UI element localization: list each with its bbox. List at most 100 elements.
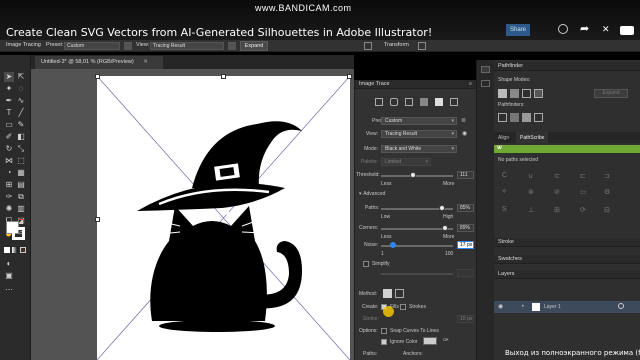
magic-wand-icon[interactable]: ✦ [4,84,14,94]
shaper-tool-icon[interactable]: ✐ [4,132,14,142]
perspective-grid-tool-icon[interactable]: ▦ [16,168,26,178]
noise-knob[interactable] [389,242,396,248]
corner-icon[interactable]: ∪ [528,172,533,180]
arrange-icon[interactable] [418,42,426,50]
eraser-tool-icon[interactable]: ◧ [16,132,26,142]
layer-name[interactable]: Layer 1 [544,304,561,310]
video-title[interactable]: Create Clean SVG Vectors from AI-Generat… [6,26,432,39]
lasso-tool-icon[interactable]: ◌ [16,84,26,94]
view-toggle-icon[interactable] [228,42,236,50]
layer-visibility-icon[interactable]: ◉ [498,303,503,310]
scale-tool-icon[interactable]: ⤡ [16,144,26,154]
spacer-icon[interactable]: ⊗ [528,188,534,196]
high-color-icon[interactable] [390,98,398,106]
layer-target-icon[interactable] [618,303,624,309]
direct-selection-tool-icon[interactable]: ⇱ [16,72,26,82]
paths-value[interactable]: 85% [457,204,474,212]
align-icon[interactable] [364,42,372,50]
panel-menu-icon[interactable]: ≡ [469,81,472,87]
dock-icon-2[interactable] [481,80,490,87]
overlapping-method-icon[interactable] [395,289,404,298]
layer-expand-icon[interactable]: ▸ [522,303,525,309]
simplify-checkbox[interactable] [363,261,369,267]
artboard-handle-top-left[interactable] [95,74,100,79]
gradient-tool-icon[interactable]: ▤ [16,180,26,190]
outline-icon[interactable] [450,98,458,106]
dock-icon-1[interactable] [481,66,490,73]
advanced-toggle[interactable]: ▾ Advanced [359,191,385,197]
eye-icon[interactable]: ◉ [462,130,467,137]
width-tool-icon[interactable]: ⋈ [4,156,14,166]
rotate-tool-icon[interactable]: ↻ [4,144,14,154]
minus-front-icon[interactable] [510,89,519,98]
smooth-icon[interactable]: C [502,172,507,179]
trace-view-dropdown[interactable]: Tracing Result [381,130,457,138]
threshold-slider[interactable] [381,175,453,177]
curvature-tool-icon[interactable]: ∿ [16,96,26,106]
tangent-icon[interactable]: ⊞ [554,206,560,214]
youtube-logo-icon[interactable] [620,26,634,35]
link-icon[interactable]: ▭ [580,188,587,196]
stroke-value[interactable]: 10 px [457,315,474,323]
artboard-handle-top-right[interactable] [347,74,352,79]
pathfinder-header[interactable]: Pathfinder [494,62,640,71]
symmetric-icon[interactable]: ⊂ [554,172,560,180]
split-icon[interactable]: S [502,206,507,213]
color-mode-icon[interactable] [4,247,10,253]
noise-value[interactable]: 17 px [457,241,474,249]
type-tool-icon[interactable]: T [4,108,14,118]
snap-curves-checkbox[interactable] [381,328,387,334]
mesh-tool-icon[interactable]: ⊞ [4,180,14,190]
threshold-knob[interactable] [409,172,416,178]
pen-tool-icon[interactable]: ✒ [4,96,14,106]
column-graph-tool-icon[interactable]: ▥ [16,204,26,214]
more-tools-icon[interactable]: ⋯ [4,285,14,295]
low-color-icon[interactable] [405,98,413,106]
move-icon[interactable]: ⟡ [502,188,507,196]
free-transform-tool-icon[interactable]: ⬚ [16,156,26,166]
mode-dropdown[interactable]: Black and White [381,145,457,153]
trace-panel-icon[interactable] [124,42,132,50]
delete-icon[interactable]: ⊟ [604,206,610,214]
image-trace-header[interactable]: Image Trace ≡ [355,80,476,89]
document-tab[interactable]: Untitled-3* @ 58,01 % (RGB/Preview) ✕ [35,56,163,69]
intersect-icon[interactable] [522,89,531,98]
artboard-handle-top-center[interactable] [221,74,226,79]
trace-preset-dropdown[interactable]: Custom [381,117,457,125]
reverse-icon[interactable]: ⟳ [580,206,586,214]
none-mode-icon[interactable] [20,247,26,253]
handles-icon[interactable]: ⊏ [580,172,586,180]
paths-knob[interactable] [439,205,446,211]
paintbrush-tool-icon[interactable]: ✎ [16,120,26,130]
abutting-method-icon[interactable] [383,289,392,298]
tab-align[interactable]: Align [498,135,509,141]
artboard-handle-middle-left[interactable] [95,217,100,222]
corners-knob[interactable] [442,225,449,231]
preset-select[interactable]: Custom [64,42,120,50]
swap-fill-stroke-icon[interactable] [19,219,24,224]
divide-icon[interactable] [498,113,507,122]
share-button[interactable]: Share [506,24,530,36]
pathfinder-expand-button[interactable]: Expand [594,89,628,98]
ignore-color-checkbox[interactable] [381,339,387,345]
close-tab-icon[interactable]: ✕ [143,59,148,65]
stroke-swatch[interactable] [12,227,25,240]
preset-list-icon[interactable]: ≣ [461,117,466,124]
rectangle-tool-icon[interactable]: ▭ [4,120,14,130]
sidebar-icon[interactable]: ⊐ [604,172,610,180]
settings-icon[interactable]: ⚙ [604,188,610,196]
auto-color-icon[interactable] [375,98,383,106]
selection-tool-icon[interactable]: ➤ [4,72,14,82]
gradient-mode-icon[interactable] [12,247,18,253]
crop-icon[interactable] [534,113,543,122]
swatches-panel-header[interactable]: Swatches [494,255,640,264]
eyedropper-tool-icon[interactable]: ✑ [4,192,14,202]
close-icon[interactable]: ✕ [602,24,610,35]
black-white-icon[interactable] [435,98,443,106]
share-icon[interactable]: ➦ [580,22,589,35]
screen-mode-icon[interactable]: ▣ [4,271,14,281]
trim-icon[interactable] [510,113,519,122]
clock-icon[interactable] [558,24,568,34]
shape-builder-tool-icon[interactable]: ◔ [4,168,14,178]
palette-dropdown[interactable]: Limited [381,158,431,166]
